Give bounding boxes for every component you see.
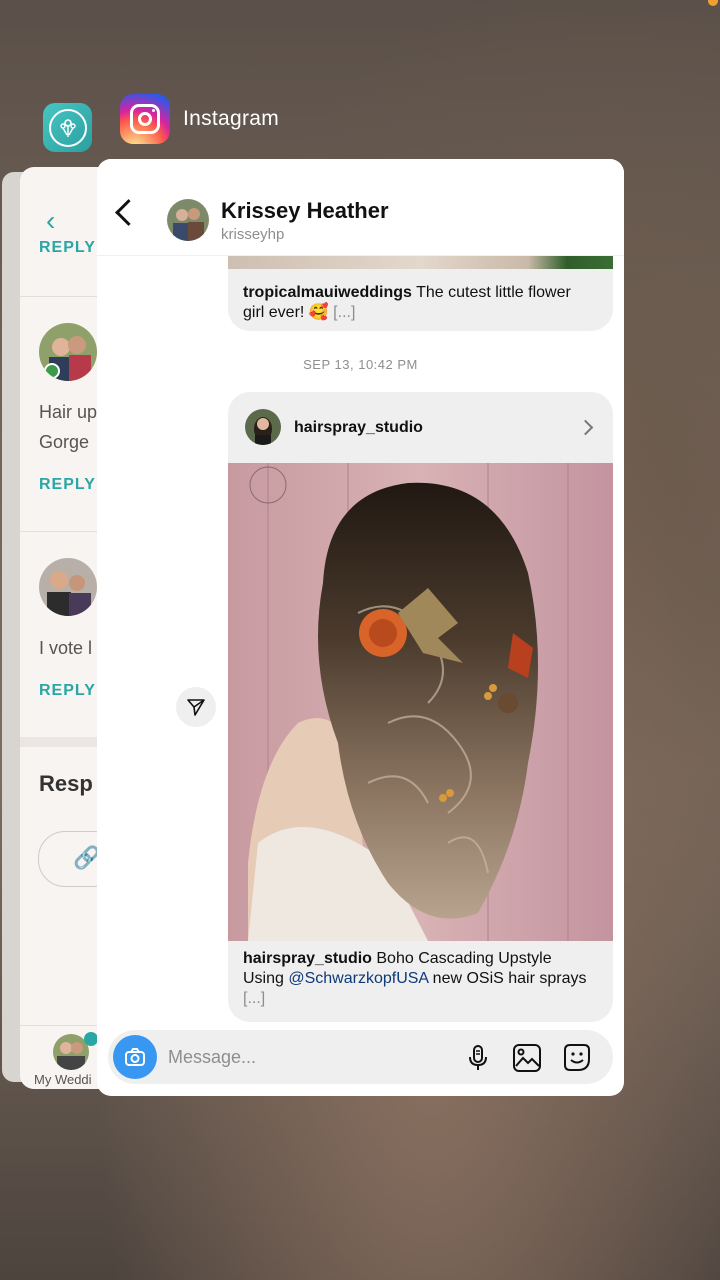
avatar[interactable] [245,409,281,445]
shared-post-bubble[interactable]: hairspray_studio hairspray_studio Boho C… [228,392,613,1022]
back-chevron-icon[interactable] [115,199,142,226]
wedding-app-icon[interactable] [43,103,92,152]
post-caption: tropicalmauiweddings The cutest little f… [243,283,593,323]
chevron-right-icon[interactable] [577,419,594,436]
app-switcher-title: Instagram [183,107,280,130]
message-timestamp: SEP 13, 10:42 PM [303,357,418,372]
chat-contact-name[interactable]: Krissey Heather [221,198,389,224]
post-caption: hairspray_studio Boho Cascading Upstyle … [243,949,593,1009]
sticker-icon[interactable] [562,1043,592,1073]
post-username[interactable]: hairspray_studio [294,419,423,437]
notification-badge [84,1032,98,1046]
status-indicator [708,0,718,6]
message-input[interactable]: Message... [168,1047,256,1068]
caption-username: tropicalmauiweddings [243,284,412,301]
chat-header: Krissey Heather krisseyhp [97,159,624,256]
comment-text: Hair up [39,402,98,422]
message-composer[interactable]: Message... [108,1030,613,1084]
comment-text: I vote l [39,638,93,658]
reply-link[interactable]: REPLY [39,682,96,700]
avatar[interactable] [39,558,97,616]
avatar[interactable] [39,323,97,381]
avatar[interactable] [167,199,209,241]
microphone-icon[interactable] [463,1043,493,1073]
instagram-app-card[interactable]: Krissey Heather krisseyhp tropicalmauiwe… [97,159,624,1096]
caption-mention[interactable]: @SchwarzkopfUSA [288,970,428,987]
send-icon[interactable] [176,687,216,727]
post-image[interactable] [228,463,613,941]
tab-my-wedding[interactable]: My Weddi [34,1072,92,1087]
camera-icon[interactable] [113,1035,157,1079]
caption-more[interactable]: [...] [243,990,265,1007]
back-chevron-icon[interactable]: ‹ [46,205,55,237]
comment-text: Gorge [39,432,90,452]
gallery-icon[interactable] [512,1043,542,1073]
caption-username[interactable]: hairspray_studio [243,950,372,967]
reply-link[interactable]: REPLY [39,476,96,494]
caption-text: new OSiS hair sprays [428,970,587,987]
responses-heading: Resp [39,771,93,796]
instagram-app-icon[interactable] [120,94,170,144]
chat-contact-handle: krisseyhp [221,226,285,243]
reply-link[interactable]: REPLY [39,239,96,257]
caption-more[interactable]: [...] [333,304,355,321]
